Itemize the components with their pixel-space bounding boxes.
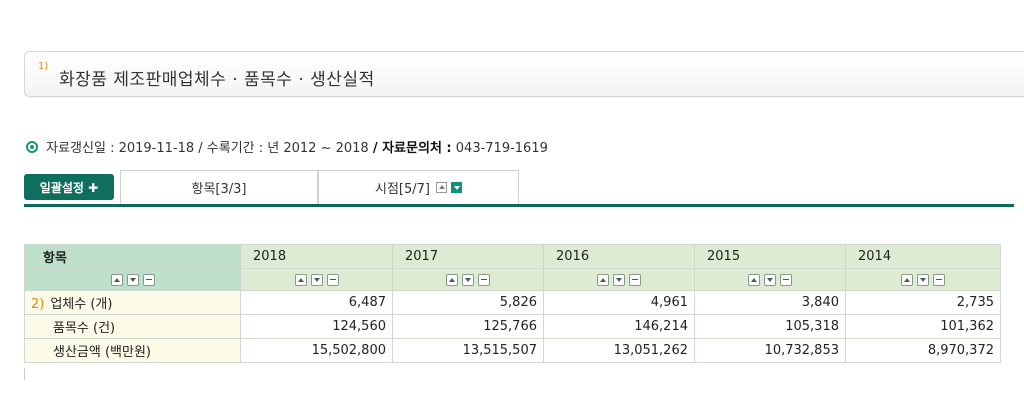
remove-icon[interactable] <box>142 273 155 286</box>
remove-icon[interactable] <box>629 273 641 286</box>
table-cell: 13,515,507 <box>392 338 544 363</box>
table-cell: 5,826 <box>392 290 544 315</box>
tabbar-divider <box>24 204 1014 207</box>
tab-time-label: 시점[5/7] <box>375 182 430 197</box>
sort-up-icon[interactable] <box>446 273 458 286</box>
table-row: 품목수 (건) 124,560 125,766 146,214 105,318 … <box>24 314 1001 339</box>
page-title: 화장품 제조판매업체수 · 품목수 · 생산실적 <box>59 70 375 90</box>
table-cell: 3,840 <box>694 290 846 315</box>
year-header: 2017 <box>392 244 544 269</box>
tab-time-points[interactable]: 시점[5/7] <box>318 170 519 204</box>
batch-settings-button[interactable]: 일괄설정 ✚ <box>24 174 114 200</box>
year-header: 2015 <box>694 244 846 269</box>
sort-up-icon[interactable] <box>597 273 609 286</box>
sort-down-icon[interactable] <box>764 273 776 286</box>
table-header-row: 항목 2018 2017 2016 2015 2014 <box>24 244 1001 269</box>
row-label: 생산금액 (백만원) <box>24 338 241 363</box>
bullet-icon <box>26 141 38 153</box>
table-cell: 105,318 <box>694 314 846 339</box>
table-cell: 101,362 <box>845 314 1001 339</box>
title-footnote: 1) <box>38 61 49 72</box>
table-cell: 13,051,262 <box>543 338 695 363</box>
sort-up-icon[interactable] <box>110 273 123 286</box>
sort-down-icon[interactable] <box>310 273 323 286</box>
settings-tabbar: 일괄설정 ✚ 항목[3/3] 시점[5/7] <box>24 170 1024 208</box>
update-info: 자료갱신일 : 2019-11-18 / 수록기간 : 년 2012 ~ 201… <box>46 141 369 156</box>
table-bottom-edge <box>24 368 25 380</box>
sort-down-icon[interactable] <box>613 273 625 286</box>
year-header: 2014 <box>845 244 1001 269</box>
sort-controls <box>24 268 241 291</box>
table-cell: 6,487 <box>240 290 393 315</box>
contact-label: / 자료문의처 : <box>372 141 452 156</box>
contact-phone: 043-719-1619 <box>455 141 548 156</box>
table-cell: 125,766 <box>392 314 544 339</box>
sort-up-icon[interactable] <box>748 273 760 286</box>
sort-controls <box>543 268 695 291</box>
table-cell: 2,735 <box>845 290 1001 315</box>
table-row: 2) 업체수 (개) 6,487 5,826 4,961 3,840 2,735 <box>24 290 1001 315</box>
sort-up-icon[interactable] <box>294 273 307 286</box>
row-label-text: 생산금액 (백만원) <box>53 345 151 360</box>
sort-controls <box>694 268 846 291</box>
expand-icon[interactable] <box>451 182 462 193</box>
collapse-icon[interactable] <box>436 182 447 193</box>
table-row: 생산금액 (백만원) 15,502,800 13,515,507 13,051,… <box>24 338 1001 363</box>
table-cell: 4,961 <box>543 290 695 315</box>
tab-items-label: 항목[3/3] <box>191 182 247 197</box>
sort-down-icon[interactable] <box>462 273 474 286</box>
remove-icon[interactable] <box>326 273 339 286</box>
row-footnote[interactable]: 2) <box>31 297 44 312</box>
data-info-line: 자료갱신일 : 2019-11-18 / 수록기간 : 년 2012 ~ 201… <box>26 137 548 156</box>
table-cell: 10,732,853 <box>694 338 846 363</box>
table-cell: 15,502,800 <box>240 338 393 363</box>
table-cell: 146,214 <box>543 314 695 339</box>
sort-down-icon[interactable] <box>126 273 139 286</box>
sort-controls <box>240 268 393 291</box>
row-label: 품목수 (건) <box>24 314 241 339</box>
sort-controls <box>845 268 1001 291</box>
remove-icon[interactable] <box>478 273 490 286</box>
row-label: 2) 업체수 (개) <box>24 290 241 315</box>
sort-control-row <box>24 268 1001 291</box>
row-label-text: 업체수 (개) <box>50 297 113 312</box>
remove-icon[interactable] <box>780 273 792 286</box>
title-panel: 1) 화장품 제조판매업체수 · 품목수 · 생산실적 <box>24 51 1024 97</box>
remove-icon[interactable] <box>933 273 945 286</box>
sort-controls <box>392 268 544 291</box>
sort-down-icon[interactable] <box>917 273 929 286</box>
table-cell: 124,560 <box>240 314 393 339</box>
row-label-text: 품목수 (건) <box>53 321 116 336</box>
table-cell: 8,970,372 <box>845 338 1001 363</box>
data-table: 항목 2018 2017 2016 2015 2014 2) 업체수 (개) 6,… <box>24 244 1001 363</box>
year-header: 2016 <box>543 244 695 269</box>
item-column-header: 항목 <box>24 244 241 269</box>
sort-up-icon[interactable] <box>901 273 913 286</box>
tab-items[interactable]: 항목[3/3] <box>120 170 318 204</box>
year-header: 2018 <box>240 244 393 269</box>
